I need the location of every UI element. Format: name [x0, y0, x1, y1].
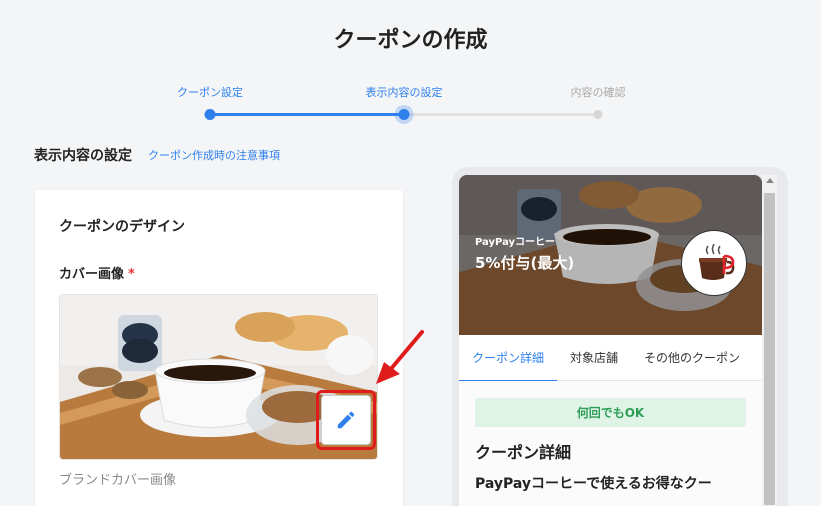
- step-label-confirm: 内容の確認: [570, 86, 626, 99]
- cover-image-label-text: カバー画像: [59, 267, 125, 282]
- edit-button-face: [321, 395, 371, 445]
- step-label-coupon-settings: クーポン設定: [177, 86, 243, 99]
- tab-other-coupons[interactable]: その他のクーポン: [631, 335, 753, 381]
- detail-title: クーポン詳細: [475, 443, 572, 462]
- notes-link[interactable]: クーポン作成時の注意事項: [148, 147, 280, 163]
- coffee-cup-logo-icon: [699, 243, 735, 280]
- design-card: クーポンのデザイン カバー画像 * ブランドカバー画像: [35, 190, 403, 506]
- image-caption: ブランドカバー画像: [59, 473, 177, 488]
- annotation-arrow-icon: [376, 330, 424, 384]
- step-dot-display-settings[interactable]: [398, 109, 410, 120]
- step-line-completed: [210, 113, 404, 116]
- step-line-pending: [404, 113, 598, 116]
- preview-phone: PayPayコーヒー 5%付与(最大) クーポン詳細 対象店舗 その他のクーポン…: [452, 167, 788, 506]
- tab-coupon-details[interactable]: クーポン詳細: [459, 335, 558, 382]
- step-dot-coupon-settings[interactable]: [204, 109, 216, 120]
- page-title: クーポンの作成: [333, 28, 488, 53]
- preview-brand-name: PayPayコーヒー: [475, 237, 556, 248]
- card-title: クーポンのデザイン: [59, 219, 185, 235]
- preview-scrollbar[interactable]: [762, 175, 777, 506]
- required-mark: *: [128, 267, 135, 282]
- scroll-up-arrow-icon[interactable]: [766, 178, 774, 183]
- scroll-thumb[interactable]: [764, 193, 775, 505]
- section-header: 表示内容の設定 クーポン作成時の注意事項: [34, 145, 280, 165]
- preview-screen: PayPayコーヒー 5%付与(最大) クーポン詳細 対象店舗 その他のクーポン…: [459, 175, 762, 506]
- step-label-display-settings: 表示内容の設定: [365, 86, 443, 99]
- preview-offer-text: 5%付与(最大): [475, 254, 575, 272]
- tab-target-stores[interactable]: 対象店舗: [557, 335, 631, 381]
- edit-cover-image-button[interactable]: [316, 390, 376, 450]
- cover-image-label: カバー画像 *: [59, 263, 135, 282]
- usage-badge: 何回でもOK: [475, 398, 746, 427]
- preview-banner: PayPayコーヒー 5%付与(最大): [459, 175, 762, 335]
- detail-text: PayPayコーヒーで使えるお得なクー: [475, 476, 712, 492]
- preview-detail-area: 何回でもOK クーポン詳細 PayPayコーヒーで使えるお得なクー: [459, 381, 762, 506]
- section-title: 表示内容の設定: [34, 148, 132, 164]
- progress-stepper: クーポン設定 表示内容の設定 内容の確認: [150, 80, 670, 124]
- step-dot-confirm: [593, 110, 603, 119]
- brand-logo: [682, 231, 746, 295]
- pencil-icon: [337, 411, 355, 429]
- preview-tabs: クーポン詳細 対象店舗 その他のクーポン: [459, 335, 762, 382]
